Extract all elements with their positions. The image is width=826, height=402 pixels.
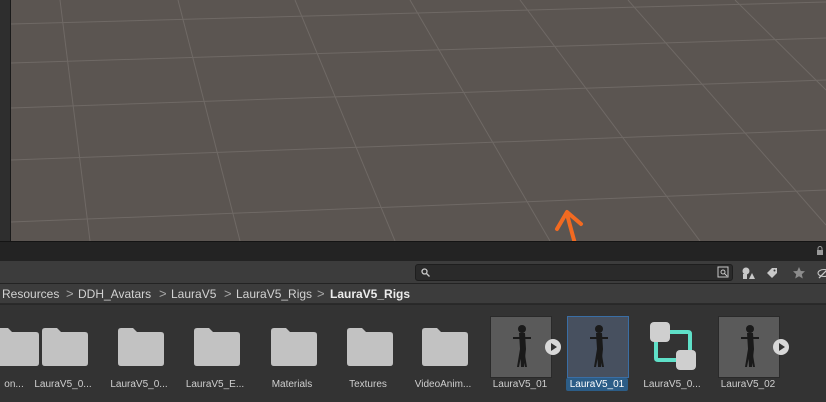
model-preview-thumbnail bbox=[490, 316, 552, 378]
asset-label: Textures bbox=[349, 379, 387, 390]
lock-icon[interactable] bbox=[816, 246, 824, 256]
asset-label: LauraV5_0... bbox=[643, 379, 701, 390]
asset-item-animator-controller[interactable]: LauraV5_0... bbox=[634, 305, 710, 402]
character-figure-icon bbox=[590, 325, 608, 367]
filter-by-type-button[interactable] bbox=[738, 264, 758, 282]
asset-label: LauraV5_0... bbox=[110, 379, 168, 390]
folder-icon bbox=[194, 328, 240, 366]
hidden-packages-icon bbox=[817, 269, 826, 279]
asset-label: VideoAnim... bbox=[414, 379, 472, 390]
favorites-button[interactable] bbox=[789, 264, 809, 282]
panel-separator[interactable] bbox=[0, 241, 826, 261]
avatar-preview-thumbnail bbox=[567, 316, 629, 378]
asset-label: LauraV5_0... bbox=[34, 379, 92, 390]
asset-label-selected: LauraV5_01 bbox=[566, 378, 628, 391]
search-by-type-icon[interactable] bbox=[717, 266, 730, 279]
breadcrumb-separator: > bbox=[224, 286, 232, 301]
ground-grid bbox=[10, 0, 826, 241]
asset-item-folder[interactable]: LauraV5_E... bbox=[177, 305, 253, 402]
breadcrumb-item[interactable]: Resources bbox=[2, 287, 59, 301]
expand-play-icon[interactable] bbox=[773, 339, 789, 355]
filter-by-label-button[interactable] bbox=[762, 264, 782, 282]
asset-grid: on... LauraV5_0... LauraV5_0... LauraV5_… bbox=[0, 305, 826, 402]
asset-label: Materials bbox=[271, 379, 313, 390]
character-figure-icon bbox=[513, 325, 531, 367]
folder-icon bbox=[271, 328, 317, 366]
asset-label: LauraV5_E... bbox=[185, 379, 245, 390]
folder-icon bbox=[42, 328, 88, 366]
breadcrumb: Resources > DDH_Avatars > LauraV5 > Laur… bbox=[0, 284, 826, 304]
annotation-arrow bbox=[555, 210, 583, 241]
search-icon bbox=[421, 268, 430, 277]
scene-view[interactable] bbox=[0, 0, 826, 241]
breadcrumb-item[interactable]: LauraV5_Rigs bbox=[236, 287, 312, 301]
folder-icon bbox=[118, 328, 164, 366]
folder-icon bbox=[347, 328, 393, 366]
breadcrumb-item[interactable]: LauraV5 bbox=[171, 287, 216, 301]
asset-item-model[interactable]: LauraV5_02 bbox=[710, 305, 789, 402]
asset-item-model[interactable]: LauraV5_01 bbox=[482, 305, 561, 402]
asset-item-folder[interactable]: LauraV5_0... bbox=[101, 305, 177, 402]
project-toolbar bbox=[0, 261, 826, 284]
character-figure-icon bbox=[741, 325, 759, 367]
asset-item-folder[interactable]: LauraV5_0... bbox=[25, 305, 101, 402]
filter-by-type-icon bbox=[742, 267, 755, 279]
unity-editor: Resources > DDH_Avatars > LauraV5 > Laur… bbox=[0, 0, 826, 402]
breadcrumb-separator: > bbox=[66, 286, 74, 301]
search-input[interactable] bbox=[434, 265, 714, 280]
asset-item-avatar-selected[interactable]: LauraV5_01 bbox=[559, 305, 635, 402]
asset-label: LauraV5_01 bbox=[492, 379, 548, 390]
breadcrumb-separator: > bbox=[159, 286, 167, 301]
breadcrumb-current: LauraV5_Rigs bbox=[330, 287, 411, 301]
filter-by-label-icon bbox=[767, 268, 777, 278]
search-box[interactable] bbox=[415, 264, 733, 281]
asset-item-folder[interactable]: Materials bbox=[254, 305, 330, 402]
scene-left-panel-edge bbox=[0, 0, 11, 241]
asset-label: LauraV5_02 bbox=[720, 379, 776, 390]
folder-icon bbox=[422, 328, 468, 366]
favorites-star-icon bbox=[793, 267, 805, 279]
breadcrumb-item[interactable]: DDH_Avatars bbox=[78, 287, 151, 301]
breadcrumb-separator: > bbox=[317, 286, 325, 301]
asset-item-folder[interactable]: Textures bbox=[330, 305, 406, 402]
hidden-packages-button[interactable] bbox=[813, 264, 826, 282]
animator-controller-icon bbox=[650, 322, 696, 370]
asset-item-folder[interactable]: VideoAnim... bbox=[405, 305, 481, 402]
model-preview-thumbnail bbox=[718, 316, 780, 378]
